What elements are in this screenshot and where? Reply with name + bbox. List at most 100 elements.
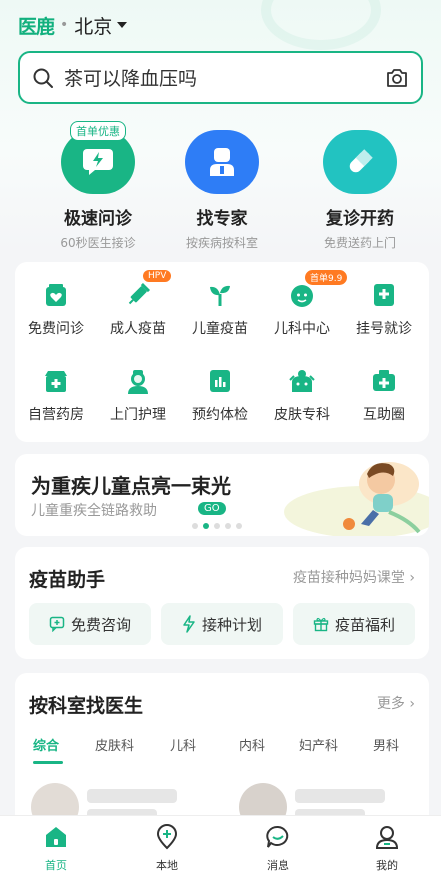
- banner-go-button[interactable]: GO: [198, 502, 226, 515]
- vaccine-class-link[interactable]: 疫苗接种妈妈课堂 ›: [293, 567, 415, 587]
- city-selector[interactable]: 北京: [74, 12, 128, 39]
- pill-label: 免费咨询: [70, 615, 131, 634]
- tab-comprehensive[interactable]: 综合: [33, 735, 59, 754]
- service-mutual-aid[interactable]: 互助圈: [343, 366, 425, 424]
- baby-face-icon: [291, 285, 313, 307]
- banner-subtitle: 儿童重疾全链路救助: [31, 503, 157, 519]
- banner-pager: [192, 523, 242, 529]
- banner-title: 为重疾儿童点亮一束光: [31, 474, 231, 498]
- service-label: 免费问诊: [28, 321, 84, 337]
- service-label: 自营药房: [28, 407, 84, 423]
- quick-entries: 首单优惠 极速问诊 60秒医生接诊 找专家 按疾病按科室 复诊开药 免费送药上门: [0, 121, 441, 252]
- chat-plus-icon: [49, 616, 65, 632]
- chevron-right-icon: ›: [409, 570, 415, 586]
- promo-banner[interactable]: 为重疾儿童点亮一束光 儿童重疾全链路救助 GO: [15, 454, 429, 536]
- header: 医鹿 • 北京: [0, 0, 441, 50]
- camera-icon[interactable]: [385, 67, 409, 89]
- vaccine-class-label: 疫苗接种妈妈课堂: [292, 570, 405, 586]
- service-label: 互助圈: [363, 407, 405, 423]
- search-input[interactable]: 茶可以降血压吗: [64, 64, 385, 91]
- service-label: 上门护理: [110, 407, 166, 423]
- department-title: 按科室找医生: [29, 695, 144, 717]
- quick-find-expert[interactable]: 找专家 按疾病按科室: [152, 122, 292, 251]
- quick-subtitle: 免费送药上门: [323, 236, 396, 250]
- first-order-tag: 首单9.9: [305, 270, 348, 285]
- city-label: 北京: [74, 15, 113, 38]
- lightning-icon: [183, 615, 195, 633]
- pager-dot: [225, 523, 231, 529]
- child-illustration: [284, 462, 429, 536]
- department-more-link[interactable]: 更多 ›: [377, 693, 415, 713]
- fast-consult-icon-bg: 首单优惠: [61, 121, 135, 194]
- quick-subtitle: 60秒医生接诊: [60, 236, 136, 250]
- tab-label: 我的: [376, 859, 398, 872]
- nurse-icon: [128, 370, 148, 394]
- tab-dermatology[interactable]: 皮肤科: [95, 735, 134, 754]
- tab-local[interactable]: 本地: [137, 824, 197, 873]
- doctor-icon: [210, 148, 234, 176]
- tab-obgyn[interactable]: 妇产科: [299, 735, 338, 754]
- pill-label: 接种计划: [201, 615, 262, 634]
- tab-label: 首页: [45, 859, 67, 872]
- search-bar[interactable]: 茶可以降血压吗: [18, 51, 423, 104]
- service-child-vaccine[interactable]: 儿童疫苗: [179, 280, 261, 338]
- vaccination-plan-button[interactable]: 接种计划: [161, 603, 283, 645]
- pager-dot: [236, 523, 242, 529]
- service-label: 预约体检: [192, 407, 248, 423]
- vaccine-benefits-button[interactable]: 疫苗福利: [293, 603, 415, 645]
- tab-andrology[interactable]: 男科: [373, 735, 399, 754]
- location-plus-icon: [156, 824, 178, 850]
- tab-pediatrics[interactable]: 儿科: [170, 735, 196, 754]
- hpv-tag: HPV: [143, 270, 172, 282]
- separator-dot: •: [60, 17, 69, 33]
- quick-fast-consult[interactable]: 首单优惠 极速问诊 60秒医生接诊: [28, 121, 168, 251]
- service-checkup[interactable]: 预约体检: [179, 366, 261, 424]
- doctor-name-blurred: [295, 789, 385, 803]
- medical-doc-icon: [374, 284, 394, 306]
- syringe-icon: [128, 282, 151, 305]
- tab-label: 消息: [267, 859, 289, 872]
- service-label: 儿童疫苗: [192, 321, 248, 337]
- heart-bag-icon: [46, 284, 66, 306]
- pharmacy-store-icon: [45, 371, 67, 392]
- refill-icon-bg: [323, 130, 397, 194]
- service-home-nursing[interactable]: 上门护理: [97, 366, 179, 424]
- service-free-consult[interactable]: 免费问诊: [15, 280, 97, 338]
- service-dermatology[interactable]: 皮肤专科: [261, 366, 343, 424]
- free-consult-button[interactable]: 免费咨询: [29, 603, 151, 645]
- pill-icon: [349, 149, 373, 173]
- pager-dot: [214, 523, 220, 529]
- tab-messages[interactable]: 消息: [248, 824, 308, 873]
- pill-label: 疫苗福利: [334, 615, 395, 634]
- bottom-tab-bar: 首页 本地 消息 我的: [0, 815, 441, 877]
- aid-box-icon: [373, 370, 395, 391]
- home-icon: [46, 827, 66, 847]
- quick-refill[interactable]: 复诊开药 免费送药上门: [290, 122, 430, 251]
- vaccine-helper-card: 疫苗助手 疫苗接种妈妈课堂 › 免费咨询 接种计划 疫苗福利: [15, 547, 429, 659]
- app-logo: 医鹿: [18, 15, 55, 38]
- quick-title: 极速问诊: [64, 209, 132, 229]
- service-adult-vaccine[interactable]: HPV 成人疫苗: [97, 270, 179, 338]
- chat-bubble-icon: [266, 825, 289, 848]
- department-tabs: 综合 皮肤科 儿科 内科 妇产科 男科: [15, 735, 429, 765]
- quick-subtitle: 按疾病按科室: [185, 236, 258, 250]
- service-pediatrics[interactable]: 首单9.9 儿科中心: [261, 270, 348, 338]
- tab-home[interactable]: 首页: [26, 824, 86, 873]
- pager-dot: [192, 523, 198, 529]
- service-label: 儿科中心: [274, 321, 330, 337]
- tab-internal[interactable]: 内科: [239, 735, 265, 754]
- service-pharmacy[interactable]: 自营药房: [15, 366, 97, 424]
- active-tab-indicator: [33, 761, 63, 764]
- vaccine-helper-title: 疫苗助手: [29, 569, 106, 591]
- tab-profile[interactable]: 我的: [357, 824, 417, 873]
- search-icon: [33, 68, 53, 88]
- service-registration[interactable]: 挂号就诊: [343, 280, 425, 338]
- user-icon: [375, 826, 399, 849]
- quick-title: 找专家: [196, 209, 248, 229]
- find-expert-icon-bg: [185, 130, 259, 194]
- sprout-icon: [210, 285, 230, 306]
- report-chart-icon: [210, 370, 230, 392]
- gift-icon: [313, 617, 329, 632]
- services-grid: 免费问诊 HPV 成人疫苗 儿童疫苗 首单9.9 儿科中心 挂号就诊 自营药房 …: [15, 262, 429, 442]
- chevron-right-icon: ›: [409, 696, 415, 712]
